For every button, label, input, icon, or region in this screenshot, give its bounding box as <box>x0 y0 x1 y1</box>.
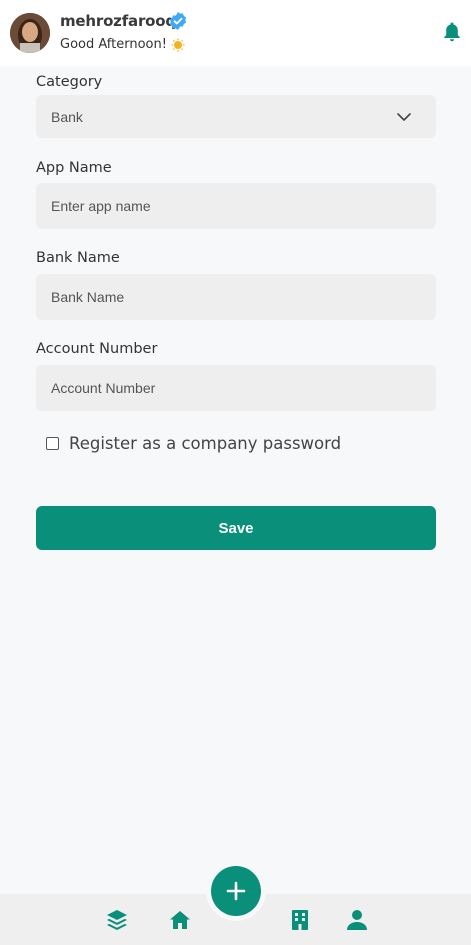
bank-name-input[interactable]: Bank Name <box>36 274 436 320</box>
account-number-label: Account Number <box>36 341 158 357</box>
add-icon <box>226 881 246 901</box>
greeting-text: Good Afternoon! <box>60 37 167 52</box>
app-name-input[interactable]: Enter app name <box>36 183 436 229</box>
avatar-image <box>10 13 50 53</box>
category-value: Bank <box>51 108 83 125</box>
company-password-checkbox[interactable] <box>46 437 59 450</box>
category-select[interactable]: Bank <box>36 95 436 138</box>
company-password-row[interactable]: Register as a company password <box>46 434 341 453</box>
top-header: mehrozfarooq Good Afternoon! <box>0 0 471 66</box>
verified-badge-icon <box>169 12 187 30</box>
layers-icon[interactable] <box>105 908 129 932</box>
chevron-down-icon <box>397 113 411 121</box>
add-button[interactable] <box>211 866 261 916</box>
app-name-label: App Name <box>36 160 112 176</box>
avatar[interactable] <box>10 13 50 53</box>
account-number-input[interactable]: Account Number <box>36 365 436 411</box>
bank-name-placeholder: Bank Name <box>51 289 125 305</box>
home-icon[interactable] <box>168 908 192 932</box>
company-password-label[interactable]: Register as a company password <box>69 434 341 453</box>
building-icon[interactable] <box>288 908 312 932</box>
bank-name-label: Bank Name <box>36 250 120 266</box>
save-button[interactable]: Save <box>36 506 436 550</box>
sun-icon <box>171 38 185 52</box>
username: mehrozfarooq <box>60 12 176 30</box>
profile-icon[interactable] <box>345 908 369 932</box>
category-label: Category <box>36 74 103 90</box>
app-name-placeholder: Enter app name <box>51 198 151 214</box>
account-number-placeholder: Account Number <box>51 380 156 396</box>
bell-icon[interactable] <box>442 21 462 43</box>
